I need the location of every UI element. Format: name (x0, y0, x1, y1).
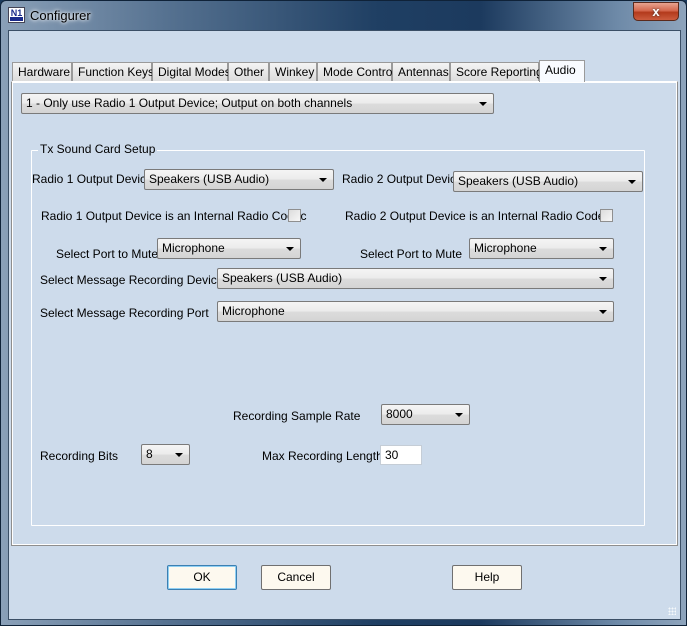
n1mm-app-icon: N1 (8, 7, 25, 23)
radio1-mute-value: Microphone (162, 241, 225, 255)
radio2-output-dropdown[interactable]: Speakers (USB Audio) (453, 171, 643, 192)
tab-function-keys[interactable]: Function Keys (72, 62, 154, 81)
rec-device-value: Speakers (USB Audio) (222, 271, 343, 285)
tab-hardware[interactable]: Hardware (12, 62, 72, 81)
resize-grip-icon[interactable] (668, 607, 676, 615)
radio2-mute-label: Select Port to Mute (360, 247, 463, 261)
recording-bits-dropdown[interactable]: 8 (141, 444, 190, 465)
radio2-codec-label: Radio 2 Output Device is an Internal Rad… (345, 209, 611, 223)
radio1-output-value: Speakers (USB Audio) (149, 172, 270, 186)
chevron-down-icon (599, 247, 607, 251)
sample-rate-dropdown[interactable]: 8000 (381, 404, 470, 425)
title-bar[interactable]: N1 Configurer x (1, 1, 686, 29)
tab-mode-control[interactable]: Mode Control (317, 62, 395, 81)
tab-score-reporting[interactable]: Score Reporting (450, 62, 543, 81)
recording-bits-label: Recording Bits (40, 449, 119, 463)
group-title: Tx Sound Card Setup (38, 142, 158, 156)
audio-tab-panel: 1 - Only use Radio 1 Output Device; Outp… (11, 81, 678, 546)
chevron-down-icon (286, 247, 294, 251)
rec-port-value: Microphone (222, 304, 285, 318)
chevron-down-icon (319, 178, 327, 182)
rec-port-dropdown[interactable]: Microphone (217, 301, 614, 322)
radio2-codec-checkbox[interactable] (600, 209, 613, 222)
radio2-mute-dropdown[interactable]: Microphone (469, 238, 614, 259)
rec-port-label: Select Message Recording Port (40, 306, 209, 320)
tab-digital-modes[interactable]: Digital Modes (152, 62, 231, 81)
close-button[interactable]: x (633, 2, 679, 21)
radio2-output-value: Speakers (USB Audio) (458, 174, 579, 188)
radio1-mute-label: Select Port to Mute (56, 247, 159, 261)
radio2-mute-value: Microphone (474, 241, 537, 255)
max-length-label: Max Recording Length (262, 449, 383, 463)
tab-audio[interactable]: Audio (539, 60, 585, 82)
chevron-down-icon (479, 102, 487, 106)
tab-antennas[interactable]: Antennas (392, 62, 450, 81)
chevron-down-icon (599, 310, 607, 314)
radio1-mute-dropdown[interactable]: Microphone (157, 238, 301, 259)
sample-rate-value: 8000 (386, 407, 413, 421)
window-title: Configurer (30, 8, 91, 23)
chevron-down-icon (455, 413, 463, 417)
ok-button[interactable]: OK (167, 565, 237, 590)
radio1-output-label: Radio 1 Output Device (32, 172, 153, 186)
radio1-output-dropdown[interactable]: Speakers (USB Audio) (144, 169, 334, 190)
radio1-codec-checkbox[interactable] (288, 209, 301, 222)
cancel-button[interactable]: Cancel (261, 565, 331, 590)
max-length-input[interactable]: 30 (380, 445, 422, 465)
radio1-codec-label: Radio 1 Output Device is an Internal Rad… (41, 209, 307, 223)
dialog-client-area: Hardware Function Keys Digital Modes Oth… (8, 30, 681, 620)
radio2-output-label: Radio 2 Output Device (342, 172, 463, 186)
help-button[interactable]: Help (452, 565, 522, 590)
chevron-down-icon (175, 453, 183, 457)
tx-sound-card-setup-group: Tx Sound Card Setup (31, 142, 645, 526)
sample-rate-label: Recording Sample Rate (233, 409, 361, 423)
recording-bits-value: 8 (146, 447, 153, 461)
output-mode-dropdown[interactable]: 1 - Only use Radio 1 Output Device; Outp… (21, 93, 494, 114)
tab-other[interactable]: Other (228, 62, 269, 81)
chevron-down-icon (599, 277, 607, 281)
configurer-window: N1 Configurer x Hardware Function Keys D… (0, 0, 687, 626)
rec-device-dropdown[interactable]: Speakers (USB Audio) (217, 268, 614, 289)
output-mode-value: 1 - Only use Radio 1 Output Device; Outp… (26, 96, 353, 110)
chevron-down-icon (628, 180, 636, 184)
rec-device-label: Select Message Recording Device (40, 273, 224, 287)
tab-winkey[interactable]: Winkey (269, 62, 317, 81)
